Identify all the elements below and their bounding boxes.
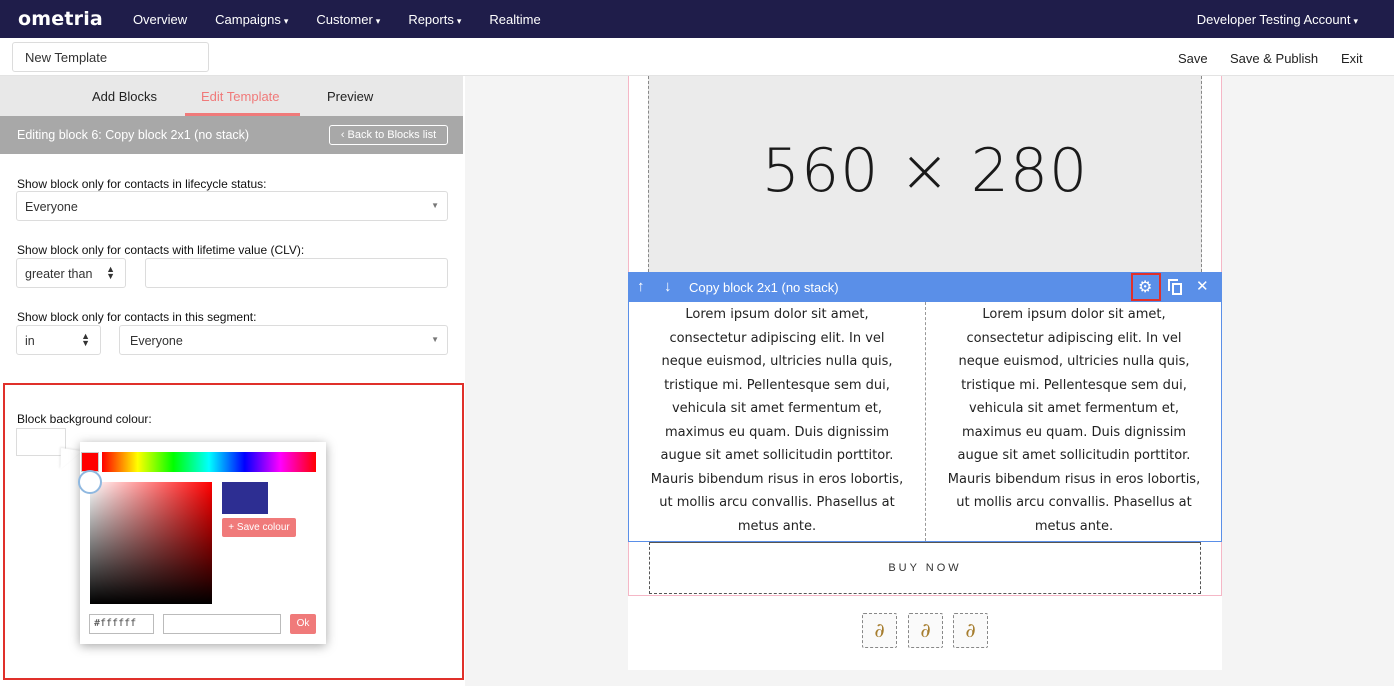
text-line: neque euismod, ultricies nulla quis, [661,354,893,369]
dropdown-arrow-icon: ▼ [431,335,439,344]
lifecycle-label: Show block only for contacts in lifecycl… [17,177,267,191]
template-name-input[interactable]: New Template [12,42,209,72]
clv-value-input[interactable] [145,258,448,288]
account-name: Developer Testing Account [1196,12,1351,27]
nav-overview[interactable]: Overview [133,12,187,27]
save-colour-button[interactable]: + Save colour [222,518,296,537]
text-line: ut mollis arcu convallis. Phasellus at [956,495,1192,510]
copy-column-left[interactable]: Lorem ipsum dolor sit amet, consectetur … [629,302,925,541]
block-title: Copy block 2x1 (no stack) [689,280,839,295]
text-line: tristique mi. Pellentesque sem dui, [961,377,1187,393]
exit-button[interactable]: Exit [1341,51,1363,66]
lifecycle-select[interactable]: Everyone ▼ [16,191,448,221]
buy-now-button[interactable]: BUY NOW [649,542,1201,594]
back-to-blocks-button[interactable]: ‹ Back to Blocks list [329,125,448,145]
segment-select-value: Everyone [130,334,183,348]
image-placeholder[interactable]: 560 × 280 [648,76,1202,272]
editing-block-header: Editing block 6: Copy block 2x1 (no stac… [0,116,463,154]
clv-operator-value: greater than [25,267,93,281]
close-icon[interactable]: ✕ [1196,277,1209,295]
clv-label: Show block only for contacts with lifeti… [17,243,305,257]
caret-down-icon: ▾ [375,15,381,26]
text-line: Lorem ipsum dolor sit amet, [982,307,1166,322]
social-link-icon[interactable]: ∂ [908,613,943,648]
text-line: Mauris bibendum risus in eros lobortis, [947,471,1201,487]
editing-block-title: Editing block 6: Copy block 2x1 (no stac… [17,128,250,142]
segment-operator-value: in [25,334,35,348]
current-hue-swatch [81,452,99,472]
text-line: augue sit amet sollicitudin porttitor. [957,448,1191,463]
editor-sidebar: Add Blocks Edit Template Preview Editing… [0,76,465,686]
picker-handle[interactable] [78,470,102,494]
gear-icon[interactable]: ⚙ [1138,277,1152,297]
colour-name-input[interactable] [163,614,281,634]
text-line: augue sit amet sollicitudin porttitor. [660,448,894,463]
tab-add-blocks[interactable]: Add Blocks [92,89,157,104]
social-link-icon[interactable]: ∂ [862,613,897,648]
hue-slider[interactable] [102,452,316,472]
nav-campaigns-label: Campaigns [215,11,281,27]
account-menu[interactable]: Developer Testing Account ▾ [1197,12,1358,27]
hex-input[interactable]: #ffffff [89,614,154,634]
updown-arrow-icon: ▲ ▼ [81,331,90,348]
text-line: neque euismod, ultricies nulla quis, [958,354,1190,369]
segment-label: Show block only for contacts in this seg… [17,310,257,324]
clv-operator-select[interactable]: greater than ▲ ▼ [16,258,126,288]
text-line: vehicula sit amet fermentum et, [968,401,1180,416]
text-line: metus ante. [737,518,817,534]
text-line: ut mollis arcu convallis. Phasellus at [659,495,895,510]
text-line: consectetur adipiscing elit. In vel [669,330,885,346]
nav-campaigns[interactable]: Campaigns ▾ [215,12,288,27]
nav-reports-label: Reports [408,11,454,27]
nav-reports[interactable]: Reports ▾ [408,12,461,27]
top-nav: ometria Overview Campaigns ▾ Customer ▾ Re… [0,0,1394,38]
saturation-value-area[interactable] [90,482,212,604]
social-link-icon[interactable]: ∂ [953,613,988,648]
nav-realtime[interactable]: Realtime [489,12,540,27]
caret-down-icon: ▾ [456,15,462,26]
block-outline-bottom [628,595,1222,596]
image-placeholder-size: 560 × 280 [761,136,1089,206]
bg-colour-label: Block background colour: [17,412,152,426]
segment-operator-select[interactable]: in ▲ ▼ [16,325,101,355]
text-line: vehicula sit amet fermentum et, [671,401,883,416]
move-up-icon[interactable]: ↑ [637,278,645,295]
tab-preview[interactable]: Preview [327,89,373,104]
segment-select[interactable]: Everyone ▼ [119,325,448,355]
ometria-logo[interactable]: ometria [18,8,103,30]
caret-down-icon: ▾ [1353,16,1358,26]
caret-down-icon: ▾ [283,15,289,26]
text-line: metus ante. [1034,518,1114,534]
colour-preview-swatch [222,482,268,514]
nav-customer-label: Customer [316,11,373,27]
text-line: consectetur adipiscing elit. In vel [966,330,1182,346]
sidebar-tabs: Add Blocks Edit Template Preview [0,76,463,116]
save-button[interactable]: Save [1178,51,1208,66]
move-down-icon[interactable]: ↓ [664,278,672,295]
save-publish-button[interactable]: Save & Publish [1230,51,1318,66]
template-toolbar: New Template Save Save & Publish Exit [0,38,1394,76]
copy-block[interactable]: Lorem ipsum dolor sit amet, consectetur … [628,302,1222,542]
lifecycle-select-value: Everyone [25,200,78,214]
nav-customer[interactable]: Customer ▾ [316,12,380,27]
tab-edit-template[interactable]: Edit Template [201,89,280,104]
colour-picker: + Save colour #ffffff Ok [78,442,326,644]
copy-column-right[interactable]: Lorem ipsum dolor sit amet, consectetur … [926,302,1222,541]
text-line: maximus eu quam. Duis dignissim [664,424,890,440]
text-line: maximus eu quam. Duis dignissim [961,424,1187,440]
text-line: tristique mi. Pellentesque sem dui, [664,377,890,393]
duplicate-icon[interactable] [1168,279,1182,295]
text-line: Lorem ipsum dolor sit amet, [685,307,869,322]
ok-button[interactable]: Ok [290,614,316,634]
block-toolbar: ↑ ↓ Copy block 2x1 (no stack) ⚙ ✕ [628,272,1222,302]
text-line: Mauris bibendum risus in eros lobortis, [650,471,904,487]
dropdown-arrow-icon: ▼ [431,201,439,210]
updown-arrow-icon: ▲ ▼ [106,264,115,281]
